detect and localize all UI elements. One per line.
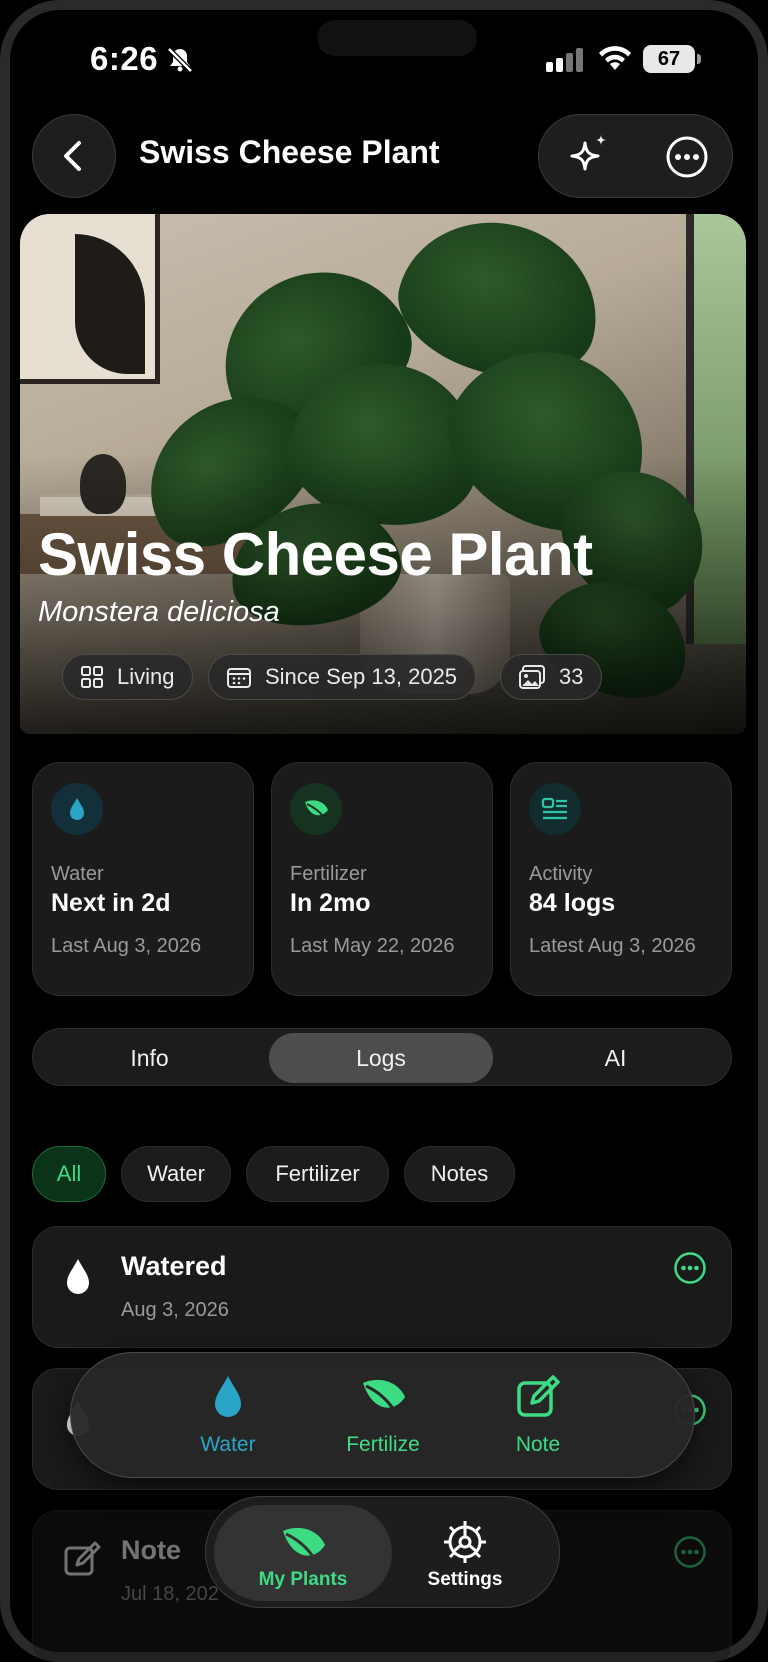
more-icon	[674, 1252, 706, 1284]
tab-logs[interactable]: Logs	[269, 1033, 493, 1083]
stat-value: Next in 2d	[51, 889, 171, 917]
note-edit-icon	[473, 1371, 603, 1423]
activity-stat-card[interactable]: Activity 84 logs Latest Aug 3, 2026	[510, 762, 732, 996]
photos-chip[interactable]: 33	[500, 654, 603, 700]
quick-note-button[interactable]: Note	[473, 1371, 603, 1457]
filter-notes[interactable]: Notes	[404, 1146, 515, 1202]
log-item[interactable]: Watered Aug 3, 2026	[32, 1226, 732, 1348]
quick-fertilize-button[interactable]: Fertilize	[318, 1371, 448, 1457]
grid-icon	[81, 666, 103, 688]
log-title: Watered	[121, 1251, 227, 1281]
room-chip[interactable]: Living	[62, 654, 194, 700]
stat-value: 84 logs	[529, 889, 616, 917]
tab-my-plants-label: My Plants	[258, 1569, 348, 1590]
plant-scientific-name: Monstera deliciosa	[38, 596, 280, 628]
stat-title: Fertilizer	[290, 863, 367, 885]
water-drop-icon	[163, 1371, 293, 1423]
filter-fertilizer[interactable]: Fertilizer	[246, 1146, 389, 1202]
quick-actions-bar: Water Fertilize Note	[70, 1352, 695, 1478]
signal-icon	[546, 48, 586, 77]
stat-subtitle: Latest Aug 3, 2026	[529, 935, 696, 957]
more-icon	[666, 136, 708, 178]
photos-count: 33	[559, 664, 584, 689]
log-date: Aug 3, 2026	[121, 1299, 229, 1321]
water-stat-card[interactable]: Water Next in 2d Last Aug 3, 2026	[32, 762, 254, 996]
photos-icon	[519, 665, 545, 689]
status-time: 6:26	[90, 40, 159, 77]
wifi-icon	[598, 46, 632, 77]
since-chip-label: Since Sep 13, 2025	[265, 664, 458, 689]
log-more-button[interactable]	[673, 1251, 707, 1290]
back-button[interactable]	[32, 114, 116, 198]
water-stat-icon	[51, 783, 103, 835]
stat-value: In 2mo	[290, 889, 371, 917]
log-more-button[interactable]	[673, 1535, 707, 1574]
fertilizer-stat-icon	[290, 783, 342, 835]
tab-my-plants[interactable]: My Plants	[214, 1505, 392, 1601]
page-title: Swiss Cheese Plant	[139, 134, 440, 170]
leaf-icon	[214, 1513, 392, 1565]
leaf-icon	[318, 1371, 448, 1423]
quick-fertilize-label: Fertilize	[346, 1433, 420, 1456]
since-chip[interactable]: Since Sep 13, 2025	[208, 654, 477, 700]
filter-water[interactable]: Water	[121, 1146, 231, 1202]
leaf-icon	[305, 800, 328, 817]
water-drop-icon	[63, 1257, 93, 1302]
bell-muted-icon	[166, 46, 194, 79]
stat-subtitle: Last May 22, 2026	[290, 935, 455, 957]
tab-bar: My Plants Settings	[205, 1496, 560, 1608]
detail-tabs: Info Logs AI	[32, 1028, 732, 1086]
tab-info[interactable]: Info	[33, 1029, 266, 1087]
stat-title: Activity	[529, 863, 593, 885]
water-drop-icon	[70, 798, 84, 820]
tab-settings[interactable]: Settings	[376, 1505, 554, 1601]
wall-art	[20, 214, 160, 384]
log-date: Jul 18, 202	[121, 1583, 219, 1605]
phone-screen: 6:26 67 Swiss Cheese Plant Swiss Cheese …	[0, 0, 768, 1662]
chevron-left-icon	[64, 141, 81, 171]
quick-water-label: Water	[200, 1433, 256, 1456]
activity-list-icon	[541, 797, 567, 820]
gear-icon	[376, 1513, 554, 1565]
stat-subtitle: Last Aug 3, 2026	[51, 935, 202, 957]
note-icon	[63, 1541, 101, 1584]
quick-water-button[interactable]: Water	[163, 1371, 293, 1457]
more-icon	[674, 1536, 706, 1568]
stat-title: Water	[51, 863, 104, 885]
log-title: Note	[121, 1535, 181, 1565]
quick-note-label: Note	[515, 1433, 561, 1456]
battery-indicator: 67	[643, 45, 701, 73]
more-options-button[interactable]	[665, 135, 709, 184]
fertilizer-stat-card[interactable]: Fertilizer In 2mo Last May 22, 2026	[271, 762, 493, 996]
plant-name: Swiss Cheese Plant	[38, 521, 593, 588]
tab-settings-label: Settings	[427, 1569, 503, 1590]
header-actions	[538, 114, 733, 198]
calendar-icon	[227, 668, 251, 688]
ai-sparkle-button[interactable]	[565, 133, 611, 186]
activity-stat-icon	[529, 783, 581, 835]
tab-ai[interactable]: AI	[499, 1029, 732, 1087]
status-bar: 6:26 67	[0, 36, 768, 86]
filter-all[interactable]: All	[32, 1146, 106, 1202]
room-chip-label: Living	[117, 664, 175, 689]
sparkle-icon	[570, 135, 606, 171]
